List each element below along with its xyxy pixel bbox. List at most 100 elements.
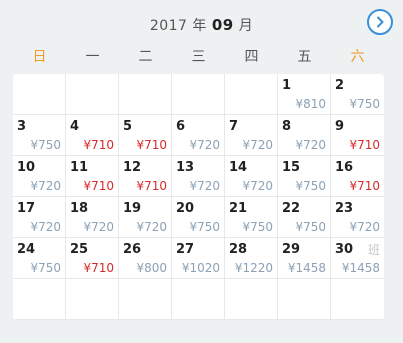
day-number: 22 [282,201,301,216]
day-number: 7 [229,119,239,134]
empty-cell [119,74,172,115]
calendar-day-cell[interactable]: 1 ¥810 [278,74,331,115]
day-number: 27 [176,242,195,257]
day-price: ¥720 [189,138,220,152]
weekday-tue: 二 [138,49,153,65]
day-price: ¥720 [189,179,220,193]
day-number: 13 [176,160,195,175]
calendar-day-cell[interactable]: 20 ¥750 [172,197,225,238]
day-number: 16 [335,160,354,175]
weekday-mon: 一 [85,49,100,65]
day-price: ¥1020 [181,261,220,275]
next-month-button[interactable] [367,9,393,35]
day-price: ¥720 [30,179,61,193]
day-price: ¥750 [349,97,380,111]
day-price: ¥720 [242,179,273,193]
day-price: ¥720 [83,220,114,234]
day-price: ¥750 [30,261,61,275]
day-price: ¥1458 [341,261,380,275]
calendar-day-cell[interactable]: 11 ¥710 [66,156,119,197]
day-number: 5 [123,119,133,134]
day-number: 24 [17,242,36,257]
day-number: 20 [176,201,195,216]
year-label: 2017 [149,18,188,34]
day-number: 12 [123,160,142,175]
calendar-day-cell[interactable]: 9 ¥710 [331,115,384,156]
day-price: ¥710 [83,261,114,275]
weekday-header: 日 一 二 三 四 五 六 [13,44,384,74]
calendar-day-cell[interactable]: 24 ¥750 [13,238,66,279]
calendar-day-cell[interactable]: 30 ¥1458 班 [331,238,384,279]
empty-cell [119,279,172,320]
calendar-day-cell[interactable]: 22 ¥750 [278,197,331,238]
empty-cell [172,279,225,320]
day-number: 14 [229,160,248,175]
calendar-day-cell[interactable]: 27 ¥1020 [172,238,225,279]
calendar-header: 2017 年 09 月 [0,0,403,44]
month-unit: 月 [238,18,254,34]
month-label: 09 [211,16,234,34]
empty-cell [13,279,66,320]
day-price: ¥720 [349,220,380,234]
day-number: 17 [17,201,36,216]
day-number: 11 [70,160,89,175]
calendar-day-cell[interactable]: 28 ¥1220 [225,238,278,279]
day-number: 1 [282,78,292,93]
weekday-fri: 五 [297,49,312,65]
day-price: ¥710 [136,179,167,193]
empty-cell [172,74,225,115]
empty-cell [225,74,278,115]
calendar-day-cell[interactable]: 23 ¥720 [331,197,384,238]
chevron-right-icon [377,16,384,28]
calendar-day-cell[interactable]: 15 ¥750 [278,156,331,197]
empty-cell [66,74,119,115]
calendar-day-cell[interactable]: 21 ¥750 [225,197,278,238]
calendar-day-cell[interactable]: 5 ¥710 [119,115,172,156]
month-title: 2017 年 09 月 [0,15,403,35]
calendar-day-cell[interactable]: 14 ¥720 [225,156,278,197]
day-number: 26 [123,242,142,257]
empty-cell [278,279,331,320]
day-number: 8 [282,119,292,134]
weekday-sat: 六 [350,49,365,65]
day-price: ¥750 [189,220,220,234]
calendar-day-cell[interactable]: 19 ¥720 [119,197,172,238]
day-tag: 班 [367,243,380,257]
day-number: 9 [335,119,345,134]
weekday-thu: 四 [244,49,259,65]
day-number: 29 [282,242,301,257]
calendar-day-cell[interactable]: 16 ¥710 [331,156,384,197]
day-number: 23 [335,201,354,216]
calendar-day-cell[interactable]: 25 ¥710 [66,238,119,279]
calendar-day-cell[interactable]: 6 ¥720 [172,115,225,156]
day-price: ¥1458 [287,261,326,275]
day-number: 30 [335,242,354,257]
calendar-day-cell[interactable]: 13 ¥720 [172,156,225,197]
calendar-day-cell[interactable]: 12 ¥710 [119,156,172,197]
day-number: 10 [17,160,36,175]
calendar-day-cell[interactable]: 18 ¥720 [66,197,119,238]
day-number: 19 [123,201,142,216]
day-number: 4 [70,119,80,134]
calendar-day-cell[interactable]: 26 ¥800 [119,238,172,279]
empty-cell [13,74,66,115]
day-price: ¥1220 [234,261,273,275]
calendar-day-cell[interactable]: 4 ¥710 [66,115,119,156]
day-price: ¥710 [349,179,380,193]
weekday-sun: 日 [32,49,47,65]
day-number: 21 [229,201,248,216]
calendar-day-cell[interactable]: 7 ¥720 [225,115,278,156]
day-number: 3 [17,119,27,134]
day-price: ¥750 [242,220,273,234]
calendar-day-cell[interactable]: 3 ¥750 [13,115,66,156]
day-price: ¥720 [295,138,326,152]
day-price: ¥800 [136,261,167,275]
calendar-day-cell[interactable]: 2 ¥750 [331,74,384,115]
calendar-day-cell[interactable]: 17 ¥720 [13,197,66,238]
calendar-day-cell[interactable]: 8 ¥720 [278,115,331,156]
calendar-day-cell[interactable]: 29 ¥1458 [278,238,331,279]
year-unit: 年 [192,18,207,34]
day-number: 18 [70,201,89,216]
day-price: ¥750 [295,220,326,234]
calendar-day-cell[interactable]: 10 ¥720 [13,156,66,197]
